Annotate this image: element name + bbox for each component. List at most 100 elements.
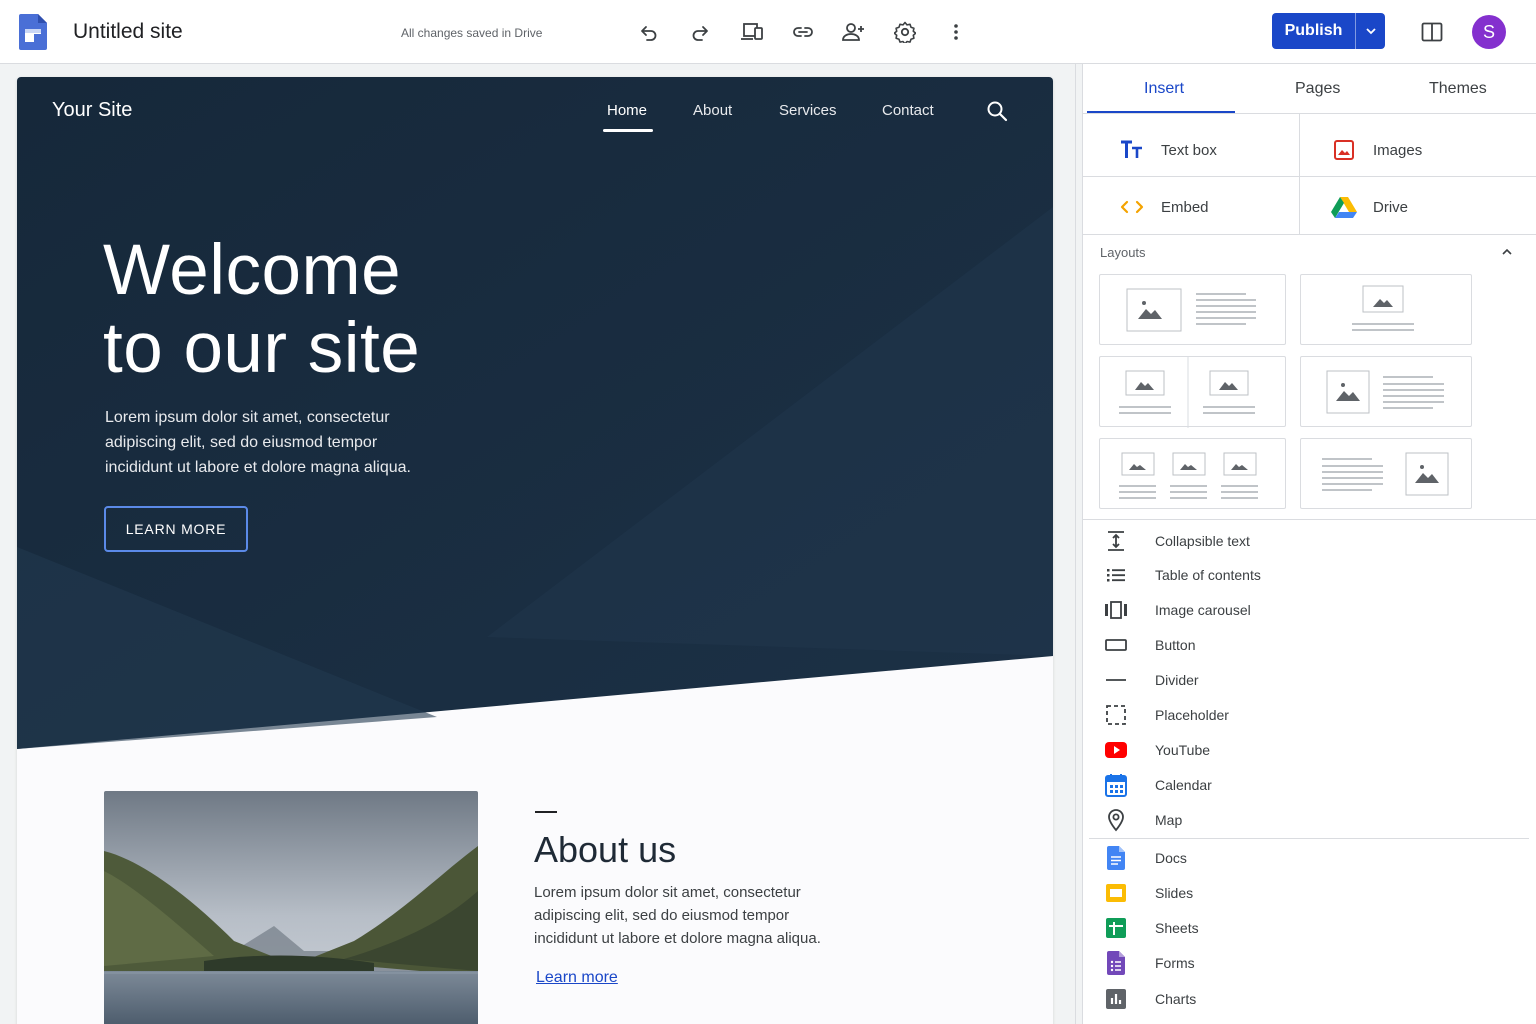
publish-button[interactable]: Publish bbox=[1272, 13, 1355, 49]
component-label: Button bbox=[1155, 637, 1196, 653]
insert-map[interactable]: Map bbox=[1103, 804, 1182, 836]
charts-icon bbox=[1103, 986, 1129, 1012]
component-label: Collapsible text bbox=[1155, 533, 1250, 549]
insert-sheets[interactable]: Sheets bbox=[1103, 912, 1199, 944]
hero-title-line-1: Welcome bbox=[103, 231, 402, 310]
layout-three-columns[interactable] bbox=[1099, 438, 1286, 509]
component-label: Table of contents bbox=[1155, 567, 1261, 583]
slides-icon bbox=[1103, 880, 1129, 906]
tab-themes[interactable]: Themes bbox=[1429, 80, 1487, 98]
insert-docs[interactable]: Docs bbox=[1103, 842, 1187, 874]
sheets-icon bbox=[1103, 915, 1129, 941]
save-status: All changes saved in Drive bbox=[401, 26, 543, 40]
insert-charts[interactable]: Charts bbox=[1103, 983, 1196, 1015]
layout-two-columns[interactable] bbox=[1099, 356, 1286, 428]
editor-canvas: Your Site Home About Services Contact We… bbox=[0, 64, 1076, 1024]
about-image[interactable] bbox=[104, 791, 478, 1024]
site-title[interactable]: Untitled site bbox=[73, 20, 183, 44]
about-learn-more-link[interactable]: Learn more bbox=[536, 969, 618, 987]
link-icon[interactable] bbox=[789, 18, 817, 46]
image-icon bbox=[1331, 137, 1357, 163]
app-label: Sheets bbox=[1155, 920, 1199, 936]
nav-item-contact[interactable]: Contact bbox=[882, 102, 934, 119]
layouts-divider bbox=[1083, 519, 1536, 520]
insert-slides[interactable]: Slides bbox=[1103, 877, 1193, 909]
publish-options-button[interactable] bbox=[1355, 13, 1385, 49]
insert-grid: Text box Images Embed Drive bbox=[1083, 114, 1536, 235]
more-vert-icon[interactable] bbox=[942, 18, 970, 46]
insert-label: Embed bbox=[1161, 198, 1209, 216]
about-body-text[interactable]: Lorem ipsum dolor sit amet, consectetur … bbox=[534, 881, 844, 950]
nav-item-services[interactable]: Services bbox=[779, 102, 837, 119]
insert-images[interactable]: Images bbox=[1331, 122, 1422, 178]
forms-icon bbox=[1103, 950, 1129, 976]
image-carousel-icon bbox=[1103, 597, 1129, 623]
insert-label: Drive bbox=[1373, 198, 1409, 216]
insert-text-box[interactable]: Text box bbox=[1119, 122, 1217, 178]
hero-body-text[interactable]: Lorem ipsum dolor sit amet, consectetur … bbox=[105, 405, 445, 480]
about-divider-dash bbox=[535, 811, 557, 813]
chevron-up-icon[interactable] bbox=[1499, 244, 1515, 260]
app-label: Docs bbox=[1155, 850, 1187, 866]
component-label: Image carousel bbox=[1155, 602, 1251, 618]
share-icon[interactable] bbox=[840, 18, 868, 46]
app-label: Forms bbox=[1155, 955, 1195, 971]
hero-title[interactable]: Welcome to our site bbox=[103, 232, 420, 388]
about-title[interactable]: About us bbox=[534, 829, 676, 871]
insert-youtube[interactable]: YouTube bbox=[1103, 734, 1210, 766]
chevron-down-icon bbox=[1365, 28, 1376, 35]
top-bar: Untitled site All changes saved in Drive… bbox=[0, 0, 1536, 64]
layout-image-left-paragraph[interactable] bbox=[1300, 356, 1472, 427]
insert-image-carousel[interactable]: Image carousel bbox=[1103, 594, 1251, 626]
docs-icon bbox=[1103, 845, 1129, 871]
component-label: Divider bbox=[1155, 672, 1199, 688]
avatar[interactable]: S bbox=[1472, 15, 1506, 49]
undo-icon[interactable] bbox=[635, 18, 663, 46]
component-label: Map bbox=[1155, 812, 1183, 828]
app-label: Slides bbox=[1155, 885, 1194, 901]
components-divider bbox=[1089, 838, 1529, 839]
insert-placeholder[interactable]: Placeholder bbox=[1103, 699, 1229, 731]
component-label: Placeholder bbox=[1155, 707, 1229, 723]
insert-label: Images bbox=[1373, 141, 1423, 159]
insert-forms[interactable]: Forms bbox=[1103, 947, 1195, 979]
insert-embed[interactable]: Embed bbox=[1119, 179, 1209, 235]
sites-logo-icon[interactable] bbox=[19, 14, 47, 50]
layout-image-top-text[interactable] bbox=[1300, 274, 1472, 345]
layouts-heading: Layouts bbox=[1100, 245, 1146, 260]
site-preview: Your Site Home About Services Contact We… bbox=[17, 77, 1053, 1024]
side-panel: Insert Pages Themes Text box Images Embe… bbox=[1082, 64, 1536, 1024]
component-label: Calendar bbox=[1155, 777, 1212, 793]
map-pin-icon bbox=[1103, 807, 1129, 833]
nav-item-home[interactable]: Home bbox=[607, 102, 647, 119]
layout-image-left-text[interactable] bbox=[1099, 274, 1286, 345]
nav-active-indicator bbox=[603, 129, 653, 132]
tab-pages[interactable]: Pages bbox=[1295, 80, 1340, 98]
drive-icon bbox=[1331, 194, 1357, 220]
component-label: YouTube bbox=[1155, 742, 1211, 758]
site-name[interactable]: Your Site bbox=[52, 99, 132, 122]
insert-table-of-contents[interactable]: Table of contents bbox=[1103, 559, 1261, 591]
insert-calendar[interactable]: Calendar bbox=[1103, 769, 1212, 801]
calendar-icon bbox=[1103, 772, 1129, 798]
collapsible-text-icon bbox=[1103, 528, 1129, 554]
tab-insert[interactable]: Insert bbox=[1144, 80, 1184, 98]
search-icon[interactable] bbox=[985, 99, 1009, 123]
app-label: Charts bbox=[1155, 991, 1197, 1007]
layout-text-image-right[interactable] bbox=[1300, 438, 1472, 509]
insert-divider[interactable]: Divider bbox=[1103, 664, 1199, 696]
settings-icon[interactable] bbox=[891, 18, 919, 46]
embed-code-icon bbox=[1119, 194, 1145, 220]
divider-icon bbox=[1103, 667, 1129, 693]
placeholder-icon bbox=[1103, 702, 1129, 728]
insert-drive[interactable]: Drive bbox=[1331, 179, 1408, 235]
panel-toggle-icon[interactable] bbox=[1418, 18, 1446, 46]
preview-devices-icon[interactable] bbox=[738, 18, 766, 46]
redo-icon[interactable] bbox=[686, 18, 714, 46]
youtube-icon bbox=[1103, 737, 1129, 763]
insert-button[interactable]: Button bbox=[1103, 629, 1195, 661]
table-of-contents-icon bbox=[1103, 562, 1129, 588]
nav-item-about[interactable]: About bbox=[693, 102, 732, 119]
insert-collapsible-text[interactable]: Collapsible text bbox=[1103, 525, 1250, 557]
learn-more-button[interactable]: LEARN MORE bbox=[104, 506, 248, 552]
